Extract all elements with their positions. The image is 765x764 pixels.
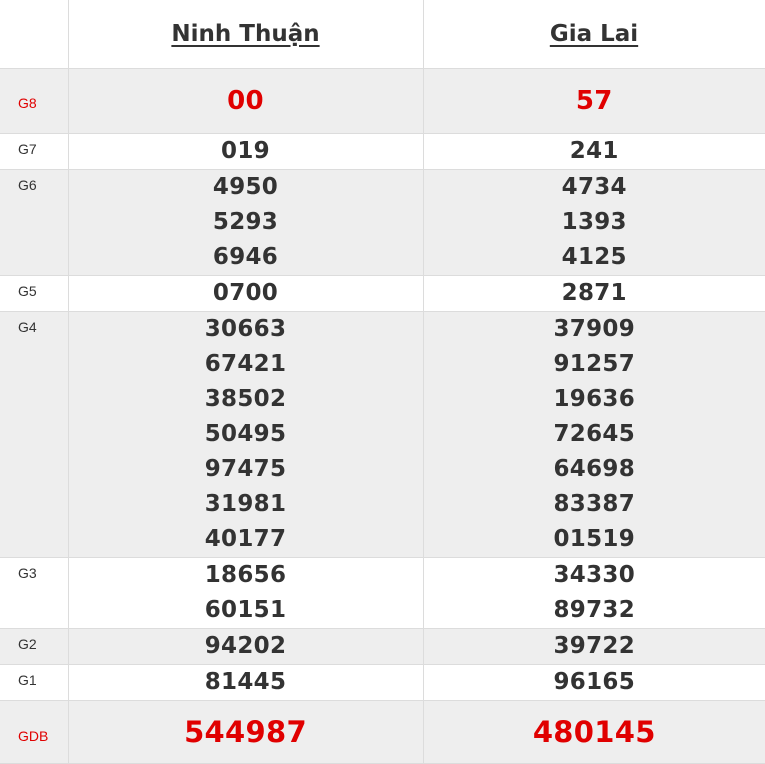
winning-number[interactable]: 72645 [424,417,765,452]
province-header-gia-lai[interactable]: Gia Lai [423,0,765,69]
winning-number[interactable]: 34330 [424,558,765,593]
results-body: G80057G7019241G6495052936946473413934125… [0,69,765,764]
prize-row-g8: G80057 [0,69,765,134]
prize-cell-ninh-thuan: 00 [68,69,423,134]
province-header-ninh-thuan[interactable]: Ninh Thuận [68,0,423,69]
winning-number[interactable]: 81445 [69,665,423,700]
prize-label: G5 [0,276,68,312]
winning-number[interactable]: 39722 [424,629,765,664]
winning-number[interactable]: 4734 [424,170,765,205]
prize-row-g7: G7019241 [0,134,765,170]
winning-number[interactable]: 01519 [424,522,765,557]
prize-row-g1: G18144596165 [0,665,765,701]
winning-number[interactable]: 18656 [69,558,423,593]
prize-cell-ninh-thuan: 30663674213850250495974753198140177 [68,312,423,558]
winning-number[interactable]: 5293 [69,205,423,240]
header-corner [0,0,68,69]
prize-cell-gia-lai: 473413934125 [423,170,765,276]
winning-number[interactable]: 67421 [69,347,423,382]
winning-number[interactable]: 6946 [69,240,423,275]
prize-cell-ninh-thuan: 94202 [68,629,423,665]
winning-number[interactable]: 4950 [69,170,423,205]
winning-number[interactable]: 83387 [424,487,765,522]
winning-number[interactable]: 64698 [424,452,765,487]
prize-label: G6 [0,170,68,276]
prize-cell-gia-lai: 480145 [423,701,765,764]
prize-label: G1 [0,665,68,701]
winning-number[interactable]: 40177 [69,522,423,557]
prize-cell-gia-lai: 96165 [423,665,765,701]
prize-cell-ninh-thuan: 019 [68,134,423,170]
prize-label: G7 [0,134,68,170]
prize-cell-ninh-thuan: 1865660151 [68,558,423,629]
winning-number[interactable]: 91257 [424,347,765,382]
winning-number[interactable]: 50495 [69,417,423,452]
winning-number[interactable]: 1393 [424,205,765,240]
winning-number[interactable]: 00 [69,71,423,131]
winning-number[interactable]: 97475 [69,452,423,487]
prize-cell-gia-lai: 39722 [423,629,765,665]
prize-label: G3 [0,558,68,629]
header-row: Ninh Thuận Gia Lai [0,0,765,69]
winning-number[interactable]: 31981 [69,487,423,522]
prize-label: G4 [0,312,68,558]
winning-number[interactable]: 19636 [424,382,765,417]
prize-cell-gia-lai: 241 [423,134,765,170]
prize-row-g6: G6495052936946473413934125 [0,170,765,276]
winning-number[interactable]: 94202 [69,629,423,664]
prize-cell-ninh-thuan: 544987 [68,701,423,764]
prize-label: G2 [0,629,68,665]
prize-row-g4: G430663674213850250495974753198140177379… [0,312,765,558]
winning-number[interactable]: 60151 [69,593,423,628]
prize-row-g3: G318656601513433089732 [0,558,765,629]
prize-label: G8 [0,69,68,134]
winning-number[interactable]: 30663 [69,312,423,347]
winning-number[interactable]: 2871 [424,276,765,311]
prize-cell-gia-lai: 3433089732 [423,558,765,629]
winning-number[interactable]: 89732 [424,593,765,628]
prize-cell-ninh-thuan: 81445 [68,665,423,701]
winning-number[interactable]: 4125 [424,240,765,275]
winning-number[interactable]: 0700 [69,276,423,311]
prize-row-gdb: GDB544987480145 [0,701,765,764]
prize-cell-gia-lai: 37909912571963672645646988338701519 [423,312,765,558]
prize-cell-ninh-thuan: 495052936946 [68,170,423,276]
prize-row-g2: G29420239722 [0,629,765,665]
prize-row-g5: G507002871 [0,276,765,312]
winning-number[interactable]: 241 [424,134,765,169]
winning-number[interactable]: 96165 [424,665,765,700]
prize-label: GDB [0,701,68,764]
prize-cell-gia-lai: 2871 [423,276,765,312]
winning-number[interactable]: 37909 [424,312,765,347]
prize-cell-gia-lai: 57 [423,69,765,134]
prize-cell-ninh-thuan: 0700 [68,276,423,312]
winning-number[interactable]: 38502 [69,382,423,417]
lottery-results-table: Ninh Thuận Gia Lai G80057G7019241G649505… [0,0,765,764]
winning-number[interactable]: 019 [69,134,423,169]
winning-number[interactable]: 57 [424,71,765,131]
